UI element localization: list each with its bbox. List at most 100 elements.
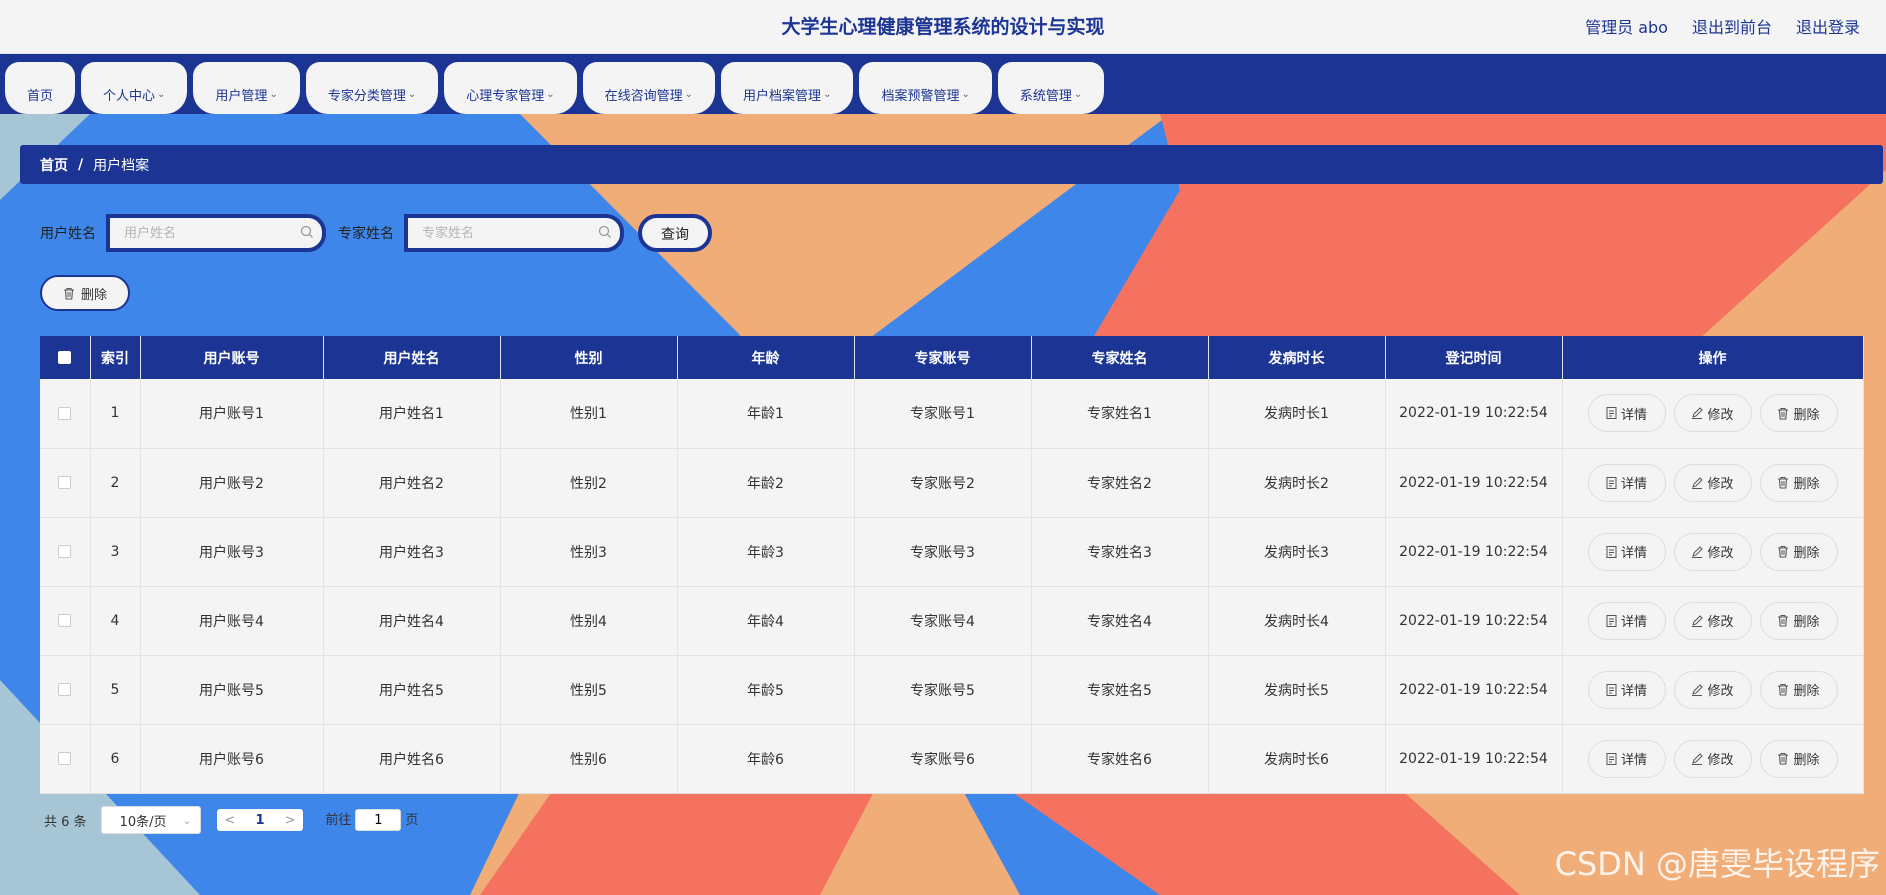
- top-header: 大学生心理健康管理系统的设计与实现 管理员 abo 退出到前台 退出登录: [0, 0, 1886, 54]
- edit-button[interactable]: 修改: [1673, 739, 1752, 778]
- delete-button[interactable]: 删除: [1759, 463, 1838, 502]
- delete-button[interactable]: 删除: [1759, 739, 1838, 778]
- page-number-current[interactable]: 1: [255, 813, 264, 828]
- cell-expert-name: 专家姓名4: [1031, 586, 1209, 656]
- detail-button[interactable]: 详情: [1587, 394, 1666, 433]
- delete-button[interactable]: 删除: [1759, 601, 1838, 640]
- cell-account: 用户账号2: [140, 448, 324, 518]
- cell-gender: 性别2: [500, 448, 678, 518]
- user-name-label: 用户姓名: [40, 226, 96, 242]
- detail-button[interactable]: 详情: [1587, 601, 1666, 640]
- main-nav: 首页 个人中心 ⌄ 用户管理 ⌄ 专家分类管理 ⌄ 心理专家管理 ⌄ 在线咨询管理 ⌄ 用…: [0, 54, 1886, 114]
- batch-delete-button[interactable]: 删除: [40, 275, 130, 311]
- chevron-down-icon: ⌄: [961, 88, 970, 100]
- row-checkbox[interactable]: [58, 752, 72, 765]
- delete-button[interactable]: 删除: [1759, 394, 1838, 433]
- delete-button[interactable]: 删除: [1759, 532, 1838, 571]
- search-bar: 用户姓名 专家姓名 查询: [40, 214, 712, 252]
- cell-name: 用户姓名1: [323, 379, 501, 449]
- exit-to-front-link[interactable]: 退出到前台: [1692, 14, 1772, 38]
- edit-button[interactable]: 修改: [1673, 463, 1752, 502]
- cell-index: 3: [90, 517, 141, 587]
- nav-item-personal-center[interactable]: 个人中心 ⌄: [81, 62, 188, 114]
- row-checkbox[interactable]: [58, 476, 72, 489]
- prev-page-icon[interactable]: <: [225, 813, 236, 828]
- cell-expert-name: 专家姓名6: [1031, 724, 1209, 794]
- table-header-row: 索引 用户账号 用户姓名 性别 年龄 专家账号 专家姓名 发病时长 登记时间 操…: [40, 336, 1864, 379]
- nav-item-home[interactable]: 首页: [5, 62, 76, 114]
- row-select-cell: [40, 724, 91, 794]
- detail-button[interactable]: 详情: [1587, 739, 1666, 778]
- column-header: 性别: [500, 336, 678, 379]
- expert-name-input[interactable]: [422, 225, 602, 241]
- breadcrumb: 首页 / 用户档案: [20, 145, 1883, 184]
- next-page-icon[interactable]: >: [285, 813, 296, 828]
- delete-button[interactable]: 删除: [1759, 670, 1838, 709]
- logout-link[interactable]: 退出登录: [1796, 14, 1860, 38]
- cell-account: 用户账号4: [140, 586, 324, 656]
- trash-icon: [1778, 476, 1789, 489]
- row-checkbox[interactable]: [58, 406, 72, 420]
- edit-button[interactable]: 修改: [1673, 532, 1752, 571]
- trash-icon: [1778, 752, 1789, 765]
- page-size-select[interactable]: 10条/页 ⌄: [100, 806, 201, 834]
- cell-age: 年龄4: [677, 586, 855, 656]
- nav-item-system-management[interactable]: 系统管理 ⌄: [997, 62, 1105, 114]
- nav-item-expert-category[interactable]: 专家分类管理 ⌄: [305, 62, 439, 114]
- trash-icon: [63, 287, 74, 300]
- cell-time: 2022-01-19 10:22:54: [1385, 379, 1563, 449]
- admin-user-label[interactable]: 管理员 abo: [1585, 14, 1668, 38]
- cell-age: 年龄3: [677, 517, 855, 587]
- nav-item-expert-management[interactable]: 心理专家管理 ⌄: [444, 62, 577, 114]
- trash-icon: [1778, 545, 1789, 558]
- trash-icon: [1778, 407, 1789, 420]
- select-all-checkbox[interactable]: [58, 351, 72, 364]
- row-checkbox[interactable]: [58, 614, 72, 627]
- column-header: 用户账号: [140, 336, 324, 379]
- page-jump-input[interactable]: [355, 809, 402, 832]
- nav-item-online-consult[interactable]: 在线咨询管理 ⌄: [582, 62, 716, 114]
- detail-button[interactable]: 详情: [1587, 463, 1666, 502]
- column-header: 用户姓名: [323, 336, 501, 379]
- cell-gender: 性别3: [500, 517, 678, 587]
- table-row: 3 用户账号3 用户姓名3 性别3 年龄3 专家账号3 专家姓名3 发病时长3 2022-01-…: [40, 517, 1864, 587]
- cell-name: 用户姓名3: [323, 517, 501, 587]
- nav-item-user-archive[interactable]: 用户档案管理 ⌄: [721, 62, 854, 114]
- cell-duration: 发病时长2: [1208, 448, 1386, 518]
- document-icon: [1606, 476, 1617, 489]
- cell-age: 年龄1: [677, 379, 855, 449]
- nav-item-archive-warning[interactable]: 档案预警管理 ⌄: [859, 62, 992, 114]
- cell-time: 2022-01-19 10:22:54: [1385, 517, 1563, 587]
- document-icon: [1606, 614, 1617, 627]
- total-count: 共 6 条: [44, 814, 87, 830]
- edit-button[interactable]: 修改: [1673, 670, 1752, 709]
- cell-account: 用户账号3: [140, 517, 324, 587]
- row-select-cell: [40, 379, 91, 449]
- cell-index: 5: [90, 655, 141, 725]
- table-row: 2 用户账号2 用户姓名2 性别2 年龄2 专家账号2 专家姓名2 发病时长2 2022-01-…: [40, 448, 1864, 518]
- document-icon: [1606, 545, 1617, 558]
- cell-gender: 性别5: [500, 655, 678, 725]
- cell-expert-account: 专家账号2: [854, 448, 1032, 518]
- query-button[interactable]: 查询: [638, 214, 712, 252]
- table-row: 1 用户账号1 用户姓名1 性别1 年龄1 专家账号1 专家姓名1 发病时长1 2022-01-…: [40, 379, 1864, 449]
- cell-name: 用户姓名2: [323, 448, 501, 518]
- document-icon: [1606, 407, 1617, 420]
- detail-button[interactable]: 详情: [1587, 670, 1666, 709]
- expert-name-label: 专家姓名: [338, 226, 394, 242]
- column-header: 操作: [1562, 336, 1864, 379]
- edit-button[interactable]: 修改: [1673, 601, 1752, 640]
- edit-icon: [1692, 614, 1704, 627]
- row-checkbox[interactable]: [58, 545, 72, 558]
- edit-button[interactable]: 修改: [1673, 394, 1752, 433]
- cell-duration: 发病时长3: [1208, 517, 1386, 587]
- row-checkbox[interactable]: [58, 683, 72, 696]
- breadcrumb-home[interactable]: 首页: [40, 155, 68, 175]
- trash-icon: [1778, 614, 1789, 627]
- user-name-input[interactable]: [124, 225, 304, 241]
- nav-item-user-management[interactable]: 用户管理 ⌄: [193, 62, 300, 114]
- row-actions: 详情 修改 删除: [1562, 655, 1864, 725]
- detail-button[interactable]: 详情: [1587, 532, 1666, 571]
- chevron-down-icon: ⌄: [269, 88, 278, 100]
- cell-time: 2022-01-19 10:22:54: [1385, 655, 1563, 725]
